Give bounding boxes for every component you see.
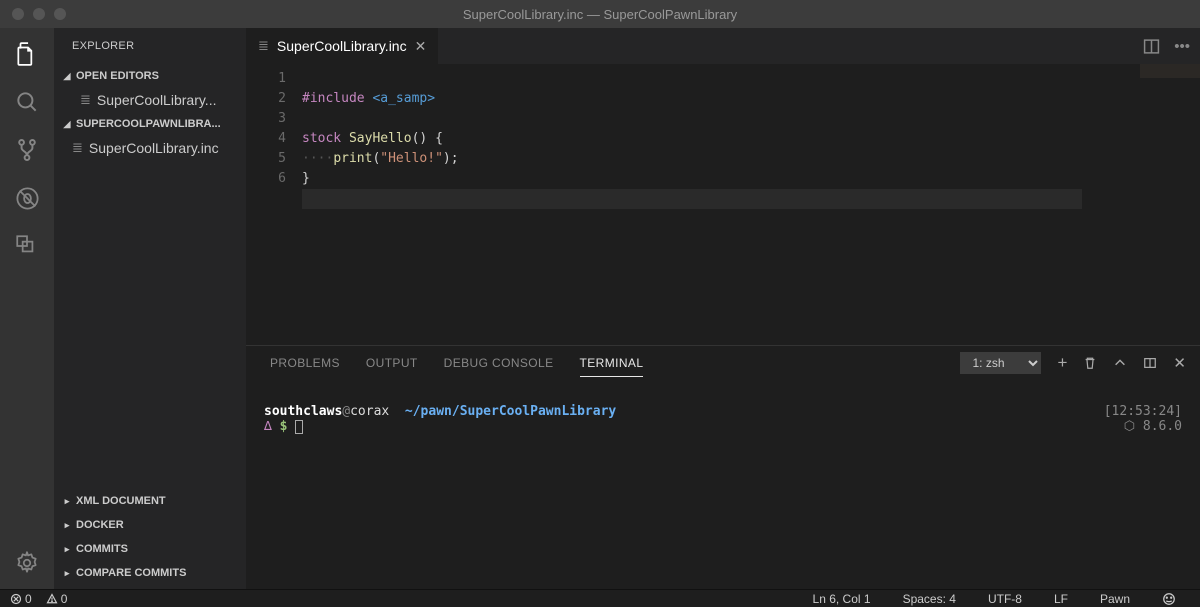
settings-gear-icon[interactable] xyxy=(13,549,41,577)
chevron-right-icon: ▸ xyxy=(60,544,74,555)
main-layout: EXPLORER ◢ OPEN EDITORS ≣ SuperCoolLibra… xyxy=(0,28,1200,589)
file-icon: ≣ xyxy=(80,92,91,108)
terminal-content[interactable]: southclaws@corax ~/pawn/SuperCoolPawnLib… xyxy=(246,380,1200,589)
tabbar: ≣ SuperCoolLibrary.inc ✕ ••• xyxy=(246,28,1200,64)
commits-section[interactable]: ▸ COMMITS xyxy=(54,537,246,561)
status-indentation[interactable]: Spaces: 4 xyxy=(903,592,956,606)
chevron-down-icon: ◢ xyxy=(60,119,74,130)
close-window-button[interactable] xyxy=(12,8,24,20)
status-warnings[interactable]: 0 xyxy=(46,592,68,606)
panel-tab-terminal[interactable]: TERMINAL xyxy=(580,356,644,377)
chevron-right-icon: ▸ xyxy=(60,520,74,531)
source-control-icon[interactable] xyxy=(13,136,41,164)
tab-label: SuperCoolLibrary.inc xyxy=(277,38,407,54)
kill-terminal-icon[interactable] xyxy=(1083,356,1097,370)
code-content[interactable]: #include <a_samp> stock SayHello() { ···… xyxy=(302,64,1200,345)
window-title: SuperCoolLibrary.inc — SuperCoolPawnLibr… xyxy=(0,7,1200,22)
line-gutter: 1 2 3 4 5 6 xyxy=(246,64,302,345)
new-terminal-icon[interactable]: + xyxy=(1057,353,1067,373)
more-actions-icon[interactable]: ••• xyxy=(1174,38,1190,55)
bottom-panel: PROBLEMS OUTPUT DEBUG CONSOLE TERMINAL 1… xyxy=(246,345,1200,589)
maximize-panel-icon[interactable] xyxy=(1143,356,1157,370)
xml-document-section[interactable]: ▸ XML DOCUMENT xyxy=(54,489,246,513)
chevron-right-icon: ▸ xyxy=(60,496,74,507)
project-file[interactable]: ≣ SuperCoolLibrary.inc xyxy=(54,136,246,160)
collapse-panel-icon[interactable] xyxy=(1113,356,1127,370)
file-label: SuperCoolLibrary... xyxy=(97,92,217,108)
section-label: COMMITS xyxy=(76,543,128,555)
chevron-right-icon: ▸ xyxy=(60,568,74,579)
open-editor-file[interactable]: ≣ SuperCoolLibrary... xyxy=(54,88,246,112)
tabbar-actions: ••• xyxy=(1143,28,1200,64)
section-label: COMPARE COMMITS xyxy=(76,567,186,579)
extensions-icon[interactable] xyxy=(13,232,41,260)
panel-tabs: PROBLEMS OUTPUT DEBUG CONSOLE TERMINAL 1… xyxy=(246,346,1200,380)
docker-section[interactable]: ▸ DOCKER xyxy=(54,513,246,537)
panel-tab-debug-console[interactable]: DEBUG CONSOLE xyxy=(444,356,554,370)
status-language[interactable]: Pawn xyxy=(1100,592,1130,606)
search-icon[interactable] xyxy=(13,88,41,116)
window-controls xyxy=(0,8,66,20)
status-eol[interactable]: LF xyxy=(1054,592,1068,606)
close-panel-icon[interactable]: ✕ xyxy=(1173,354,1186,372)
minimap[interactable] xyxy=(1140,64,1200,78)
minimize-window-button[interactable] xyxy=(33,8,45,20)
status-encoding[interactable]: UTF-8 xyxy=(988,592,1022,606)
panel-tab-problems[interactable]: PROBLEMS xyxy=(270,356,340,370)
section-label: SUPERCOOLPAWNLIBRA... xyxy=(76,118,221,130)
status-bar: 0 0 Ln 6, Col 1 Spaces: 4 UTF-8 LF Pawn xyxy=(0,589,1200,607)
section-label: OPEN EDITORS xyxy=(76,70,159,82)
chevron-down-icon: ◢ xyxy=(60,71,74,82)
editor-tab[interactable]: ≣ SuperCoolLibrary.inc ✕ xyxy=(246,28,438,64)
terminal-selector[interactable]: 1: zsh xyxy=(960,352,1041,374)
open-editors-section[interactable]: ◢ OPEN EDITORS xyxy=(54,64,246,88)
sidebar-title: EXPLORER xyxy=(54,28,246,64)
project-section[interactable]: ◢ SUPERCOOLPAWNLIBRA... xyxy=(54,112,246,136)
status-feedback-icon[interactable] xyxy=(1162,592,1176,606)
titlebar: SuperCoolLibrary.inc — SuperCoolPawnLibr… xyxy=(0,0,1200,28)
compare-commits-section[interactable]: ▸ COMPARE COMMITS xyxy=(54,561,246,585)
debug-icon[interactable] xyxy=(13,184,41,212)
status-cursor-position[interactable]: Ln 6, Col 1 xyxy=(813,592,871,606)
editor-body[interactable]: 1 2 3 4 5 6 #include <a_samp> stock SayH… xyxy=(246,64,1200,345)
explorer-sidebar: EXPLORER ◢ OPEN EDITORS ≣ SuperCoolLibra… xyxy=(54,28,246,589)
file-label: SuperCoolLibrary.inc xyxy=(89,140,219,156)
split-editor-icon[interactable] xyxy=(1143,38,1160,55)
editor-area: ≣ SuperCoolLibrary.inc ✕ ••• 1 2 3 4 5 6 xyxy=(246,28,1200,589)
maximize-window-button[interactable] xyxy=(54,8,66,20)
explorer-icon[interactable] xyxy=(13,40,41,68)
file-icon: ≣ xyxy=(258,38,269,54)
activity-bar xyxy=(0,28,54,589)
panel-tab-output[interactable]: OUTPUT xyxy=(366,356,418,370)
terminal-cursor xyxy=(295,420,303,434)
close-tab-icon[interactable]: ✕ xyxy=(415,38,427,55)
section-label: XML DOCUMENT xyxy=(76,495,166,507)
status-errors[interactable]: 0 xyxy=(10,592,32,606)
section-label: DOCKER xyxy=(76,519,124,531)
file-icon: ≣ xyxy=(72,140,83,156)
